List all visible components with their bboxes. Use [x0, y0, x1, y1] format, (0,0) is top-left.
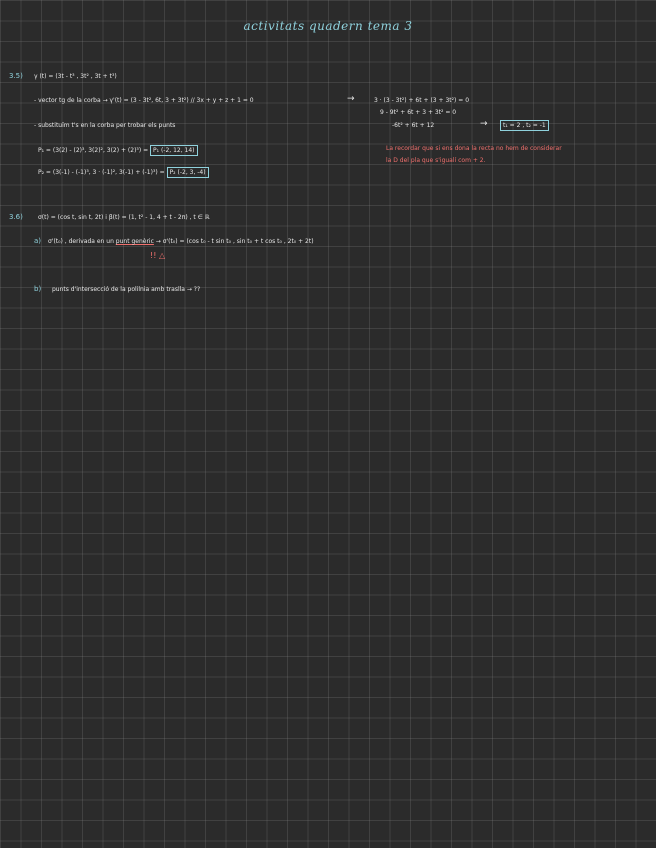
reminder-note-line-2: la D del pla que s'igualí com + 2. — [386, 157, 486, 164]
point-1-expression: P₁ = (3(2) - (2)³, 3(2)², 3(2) + (2)³) = — [38, 147, 151, 154]
part-b-text: punts d'intersecció de la polilnia amb t… — [52, 286, 201, 293]
exercise-3-5-number: 3.5) — [9, 72, 23, 80]
warning-icon: !! △ — [150, 251, 166, 260]
part-a-underlined: punt genèric — [115, 238, 154, 245]
point-2-calculation: P₂ = (3(-1) - (-1)³, 3 · (-1)², 3(-1) + … — [38, 167, 209, 178]
point-1-result: P₁ (-2, 12, 14) — [150, 145, 198, 156]
part-a-text-end: → σ'(t₀) = (cos t₀ - t sin t₀ , sin t₀ +… — [153, 238, 314, 245]
part-b-label: b) — [34, 285, 42, 293]
point-2-result: P₂ (-2, 3, -4) — [166, 167, 209, 178]
substitution-line: - substituïm t's en la corba per trobar … — [34, 122, 176, 129]
equation-line-3: -6t² + 6t + 12 — [392, 122, 435, 129]
part-a-label: a) — [34, 237, 42, 245]
equation-line-2: 9 - 9t² + 6t + 3 + 3t² = 0 — [380, 109, 457, 116]
part-a-text: σ'(t₀) , derivada en un punt genèric → σ… — [48, 238, 314, 245]
tangent-vector-line: - vector tg de la corba → γ'(t) = (3 - 3… — [34, 97, 254, 104]
arrow-right-icon: → — [480, 119, 488, 129]
point-1-calculation: P₁ = (3(2) - (2)³, 3(2)², 3(2) + (2)³) =… — [38, 145, 198, 156]
point-2-expression: P₂ = (3(-1) - (-1)³, 3 · (-1)², 3(-1) + … — [38, 169, 167, 176]
page-title: activitats quadern tema 3 — [243, 19, 413, 33]
exercise-3-6-number: 3.6) — [9, 213, 23, 221]
notebook-page: activitats quadern tema 3 3.5) γ (t) = (… — [0, 0, 656, 848]
result-box: t₁ = 2 , t₂ = -1 — [500, 120, 549, 131]
equation-line-1: 3 · (3 - 3t²) + 6t + (3 + 3t²) = 0 — [374, 97, 470, 104]
reminder-note-line-1: La recordar que si ens dona la recta no … — [386, 145, 562, 152]
exercise-3-5-definition: γ (t) = (3t - t³ , 3t² , 3t + t³) — [34, 73, 117, 80]
part-a-text-start: σ'(t₀) , derivada en un — [48, 238, 116, 245]
result-values: t₁ = 2 , t₂ = -1 — [500, 120, 549, 131]
exercise-3-6-definition: σ(t) = (cos t, sin t, 2t) i β(t) = (1, t… — [38, 214, 210, 221]
arrow-right-icon: → — [347, 94, 355, 104]
